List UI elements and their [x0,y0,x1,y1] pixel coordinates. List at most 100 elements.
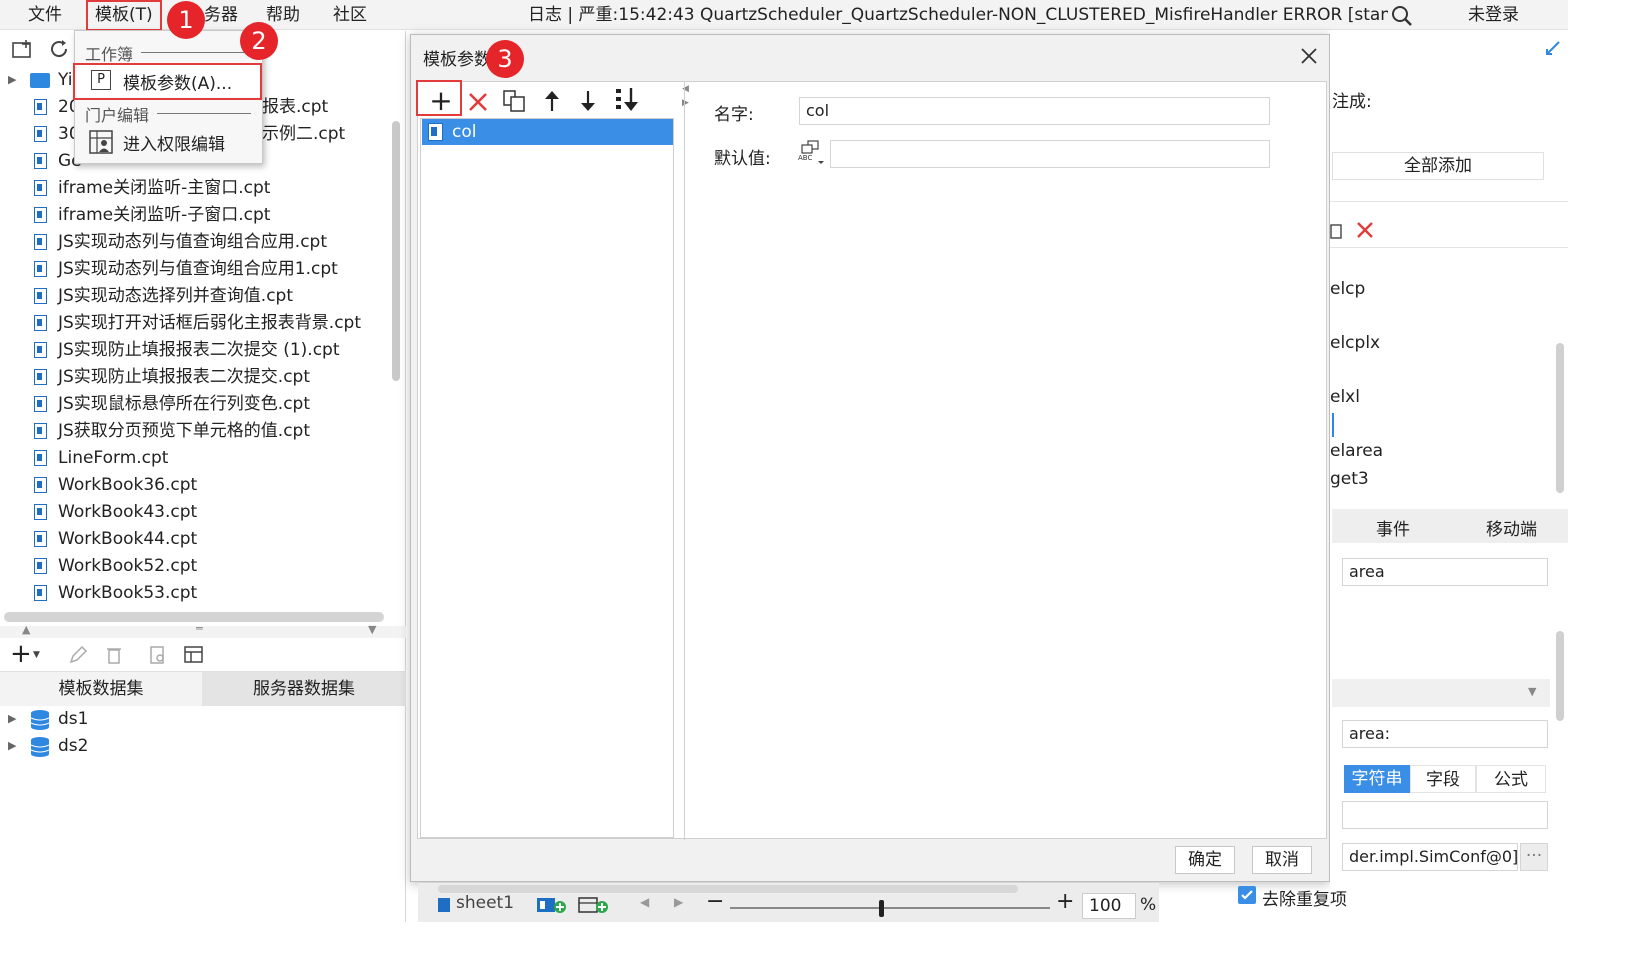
login-status[interactable]: 未登录 [1468,3,1519,27]
tree-file[interactable]: JS实现动态列与值查询组合应用1.cpt [0,256,392,282]
expand-arrow-icon[interactable]: ▶ [8,67,16,93]
right-divider [1330,247,1568,248]
right-list-item[interactable]: elcplx [1330,333,1380,353]
value-type-icon[interactable]: ABC [796,139,824,165]
menu-server[interactable]: 务器 [204,3,238,27]
sheet-horizontal-scrollbar[interactable] [438,885,1018,893]
expand-arrow-icon[interactable]: ▶ [8,733,16,759]
next-sheet-icon[interactable]: ▶ [674,895,683,909]
paste-icon[interactable] [1330,222,1342,240]
tree-file[interactable]: JS获取分页预览下单元格的值.cpt [0,418,392,444]
menu-divider [157,113,251,114]
tab-template-dataset[interactable]: 模板数据集 [0,672,202,706]
prev-sheet-icon[interactable]: ◀ [640,895,649,909]
tab-server-dataset[interactable]: 服务器数据集 [202,672,406,706]
cpt-file-icon [34,558,47,574]
tree-file[interactable]: WorkBook52.cpt [0,553,392,579]
ok-button[interactable]: 确定 [1175,846,1235,874]
sheet-tab[interactable]: sheet1 [456,893,514,913]
tree-file[interactable]: WorkBook43.cpt [0,499,392,525]
right-scrollbar[interactable] [1556,343,1564,493]
right-list-item[interactable]: elxl [1330,387,1360,407]
tree-file[interactable]: JS实现打开对话框后弱化主报表背景.cpt [0,310,392,336]
collapse-down-icon[interactable]: ▼ [368,623,376,636]
tree-file[interactable]: JS实现鼠标悬停所在行列变色.cpt [0,391,392,417]
expand-arrow-icon[interactable]: ▶ [8,706,16,732]
dedupe-checkbox[interactable] [1238,886,1256,904]
seg-string[interactable]: 字符串 [1344,765,1410,793]
param-list-item[interactable]: col [422,119,673,145]
copy-param-icon[interactable] [502,89,528,113]
zoom-percent: % [1140,895,1157,915]
search-icon[interactable] [1390,4,1414,28]
name-input[interactable]: col [799,97,1270,125]
zoom-input[interactable]: 100 [1082,893,1136,919]
zoom-slider-track[interactable] [730,907,1050,909]
right-list-item[interactable]: get3 [1330,469,1369,489]
more-options-button[interactable]: ··· [1520,843,1548,871]
menu-file[interactable]: 文件 [28,3,62,27]
tree-file[interactable]: iframe关闭监听-主窗口.cpt [0,175,392,201]
tab-mobile[interactable]: 移动端 [1486,515,1537,540]
seg-field[interactable]: 字段 [1410,765,1476,793]
value-input[interactable] [1342,801,1548,829]
close-icon[interactable] [1300,47,1318,65]
tree-file[interactable]: JS实现动态列与值查询组合应用.cpt [0,229,392,255]
zoom-slider-thumb[interactable] [879,900,884,917]
right-list-item[interactable]: elarea [1330,441,1383,461]
move-up-icon[interactable] [542,89,562,113]
menu-item-permission-edit[interactable]: 进入权限编辑 [77,126,260,158]
add-form-sheet-icon[interactable] [578,895,610,915]
zoom-out-icon[interactable]: − [706,889,724,914]
right-scrollbar-lower[interactable] [1556,631,1564,721]
tree-vertical-scrollbar[interactable] [392,121,400,381]
preview-icon[interactable] [148,645,168,665]
zoom-in-icon[interactable]: + [1056,889,1074,914]
tree-file[interactable]: WorkBook44.cpt [0,526,392,552]
tab-event[interactable]: 事件 [1376,515,1410,540]
name-label: 名字: [714,105,754,125]
move-down-icon[interactable] [578,89,598,113]
cpt-file-icon [34,99,47,115]
right-list-item[interactable]: elcp [1330,279,1365,299]
cpt-file-icon [34,207,47,223]
tree-file[interactable]: JS实现防止填报报表二次提交.cpt [0,364,392,390]
add-all-button[interactable]: 全部添加 [1332,152,1544,180]
new-folder-icon[interactable] [12,39,34,59]
delete-param-icon[interactable] [468,92,488,112]
tree-horizontal-scrollbar[interactable] [4,612,384,622]
chevron-down-icon[interactable]: ▼ [33,650,40,660]
dataset-item[interactable]: ▶ ds1 [0,706,406,732]
add-sheet-icon[interactable] [536,895,568,915]
tree-file[interactable]: JS实现防止填报报表二次提交 (1).cpt [0,337,392,363]
delete-icon[interactable] [104,645,124,665]
data-dictionary-input[interactable]: der.impl.SimConf@0]] [1342,843,1518,871]
log-text[interactable]: 日志 | 严重:15:42:43 QuartzScheduler_QuartzS… [528,3,1388,27]
menu-community[interactable]: 社区 [333,3,367,27]
default-value-input[interactable] [830,140,1270,168]
expand-panel-icon[interactable] [1544,39,1562,57]
remove-icon[interactable] [1356,221,1374,239]
widget-name-input[interactable]: area [1342,558,1548,586]
dataset-item[interactable]: ▶ ds2 [0,733,406,759]
tree-file[interactable]: WorkBook36.cpt [0,472,392,498]
seg-formula[interactable]: 公式 [1476,765,1546,793]
label-input[interactable]: area: [1342,720,1548,748]
collapse-up-icon[interactable]: ▲ [22,623,30,636]
sort-icon[interactable] [614,86,640,114]
tree-file[interactable]: JS实现动态选择列并查询值.cpt [0,283,392,309]
edit-icon[interactable] [68,645,88,665]
tree-file[interactable]: LineForm.cpt [0,445,392,471]
menu-help[interactable]: 帮助 [266,3,300,27]
refresh-icon[interactable] [48,38,70,60]
tree-file[interactable]: iframe关闭监听-子窗口.cpt [0,202,392,228]
server-dataset-icon[interactable] [183,645,205,665]
tree-label: iframe关闭监听-主窗口.cpt [58,178,271,198]
chevron-down-icon[interactable]: ▼ [1528,685,1536,698]
panel-splitter[interactable]: ▲ ═ ▼ [0,622,406,638]
drag-handle-icon[interactable]: ═ [196,622,203,635]
collapsed-section[interactable]: ▼ [1332,679,1550,707]
tree-file[interactable]: WorkBook53.cpt [0,580,392,606]
cancel-button[interactable]: 取消 [1252,846,1312,874]
add-dataset-icon[interactable]: + [10,638,32,670]
